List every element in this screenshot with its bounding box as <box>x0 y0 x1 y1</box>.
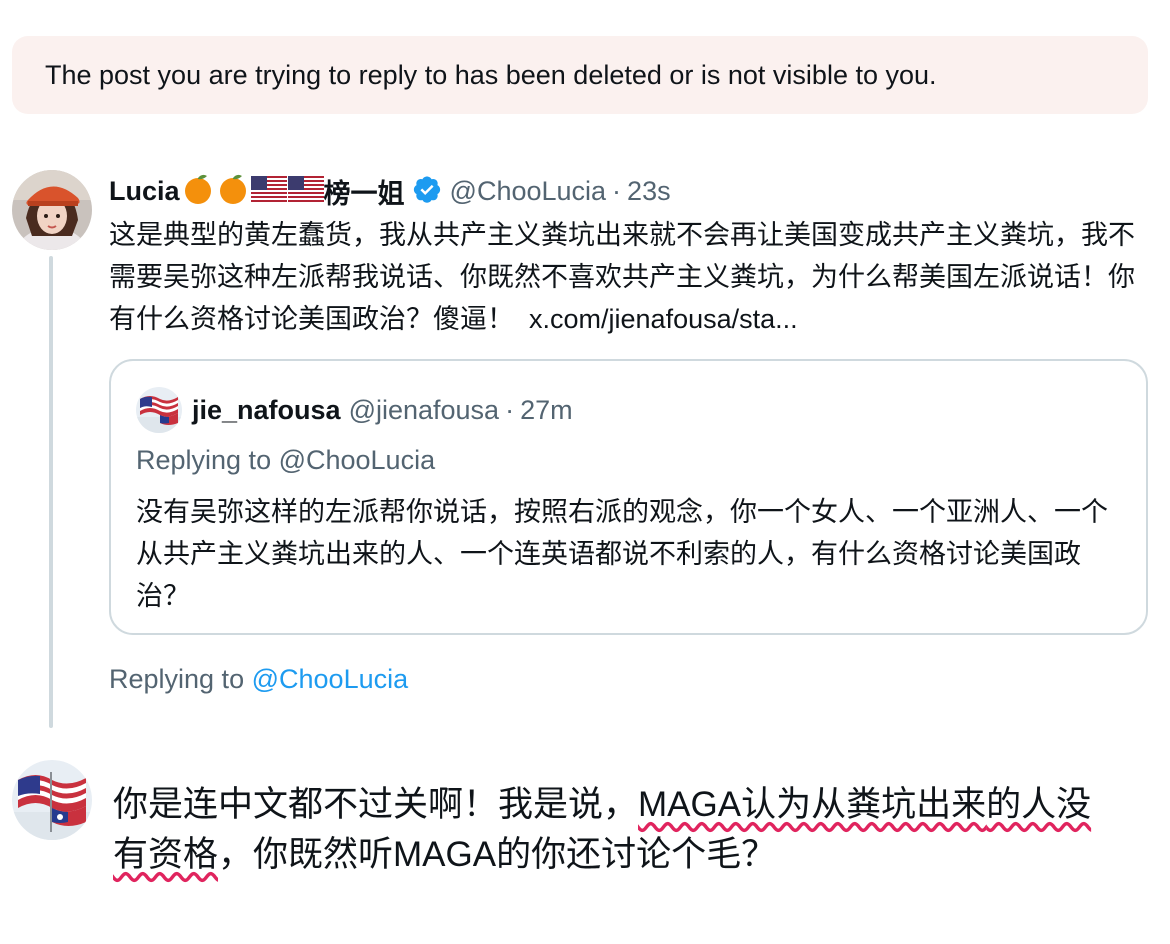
orange-emoji-icon <box>216 172 250 211</box>
notice-banner: The post you are trying to reply to has … <box>12 36 1148 114</box>
quoted-display-name[interactable]: jie_nafousa <box>192 395 341 426</box>
quoted-tweet-text: 没有吴弥这样的左派帮你说话，按照右派的观念，你一个女人、一个亚洲人、一个从共产主… <box>136 497 1108 611</box>
notice-text: The post you are trying to reply to has … <box>45 59 937 90</box>
replying-to-mention[interactable]: @ChooLucia <box>252 664 409 694</box>
separator-dot: · <box>612 175 622 206</box>
us-flag-emoji-icon <box>250 175 287 207</box>
quoted-separator-dot: · <box>505 394 515 425</box>
tweet-header: Lucia 榜一姐 @ChooLucia · 23s <box>109 170 671 212</box>
verified-badge-icon[interactable] <box>412 174 442 209</box>
composer-avatar[interactable] <box>12 760 92 840</box>
quoted-timestamp[interactable]: 27m <box>520 395 573 426</box>
reply-text-part: 你是连中文都不过关啊！我是说， <box>113 785 639 824</box>
tweet-text: 这是典型的黄左蠢货，我从共产主义粪坑出来就不会再让美国变成共产主义粪坑，我不需要… <box>109 214 1139 340</box>
avatar[interactable] <box>12 170 92 250</box>
tweet-link[interactable]: x.com/jienafousa/sta... <box>529 304 798 334</box>
reply-input[interactable]: 你是连中文都不过关啊！我是说，MAGA认为从粪坑出来的人没有资格，你既然听MAG… <box>113 780 1123 880</box>
quoted-replying-to: Replying to @ChooLucia <box>136 445 436 475</box>
quoted-tweet-header: jie_nafousa @jienafousa · 27m <box>136 387 573 433</box>
handle[interactable]: @ChooLucia <box>450 176 607 207</box>
quoted-tweet-card[interactable]: jie_nafousa @jienafousa · 27m Replying t… <box>109 359 1148 635</box>
quoted-avatar[interactable] <box>136 387 182 433</box>
reply-text-part: ，你既然听MAGA的你还讨论个毛？ <box>218 835 777 874</box>
replying-to-prefix: Replying to <box>109 664 245 694</box>
us-flag-emoji-icon <box>287 175 324 207</box>
display-name[interactable]: Lucia <box>109 176 180 207</box>
quoted-handle[interactable]: @jienafousa <box>349 395 500 426</box>
spellcheck-underlined-text: MAGA认为从粪坑出来 <box>638 785 987 824</box>
timestamp[interactable]: 23s <box>627 176 671 207</box>
orange-emoji-icon <box>181 172 215 211</box>
thread-line <box>49 256 53 728</box>
replying-to: Replying to @ChooLucia <box>109 664 408 695</box>
display-name-suffix[interactable]: 榜一姐 <box>324 172 405 211</box>
